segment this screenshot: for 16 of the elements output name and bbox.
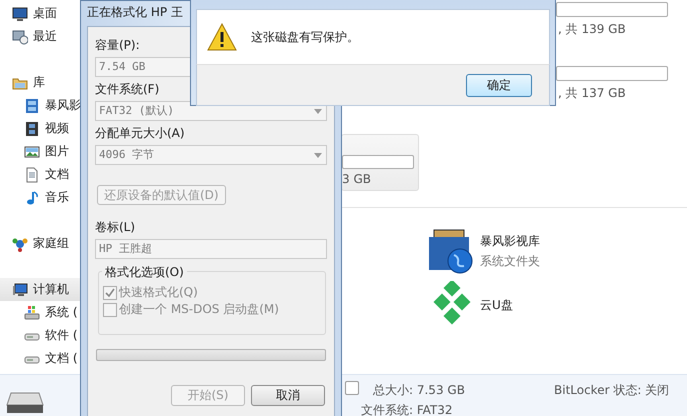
field-label: 卷标(L) [95,219,136,236]
file-system-text: 文件系统: FAT32 [361,402,454,416]
drive-size-text: 3 GB [342,172,372,186]
group-title: 格式化选项(O) [102,264,187,281]
message-text: 这张磁盘有写保护。 [251,28,359,46]
field-label: 文件系统(F) [95,81,160,98]
checkbox-label: 快速格式化(Q) [119,284,198,301]
drive-size-text: , 共 137 GB [557,85,627,102]
window-title: 正在格式化 HP 王 [86,4,184,21]
total-size-text: 总大小: 7.53 GB [373,382,466,399]
drive-size-text: , 共 139 GB [557,21,627,38]
checkbox-label: 创建一个 MS-DOS 启动盘(M) [119,301,279,318]
item-type: 系统文件夹 [480,252,540,270]
bitlocker-status-text: BitLocker 状态: 关闭 [554,382,670,399]
field-label: 容量(P): [95,37,140,54]
field-label: 分配单元大小(A) [95,125,185,142]
